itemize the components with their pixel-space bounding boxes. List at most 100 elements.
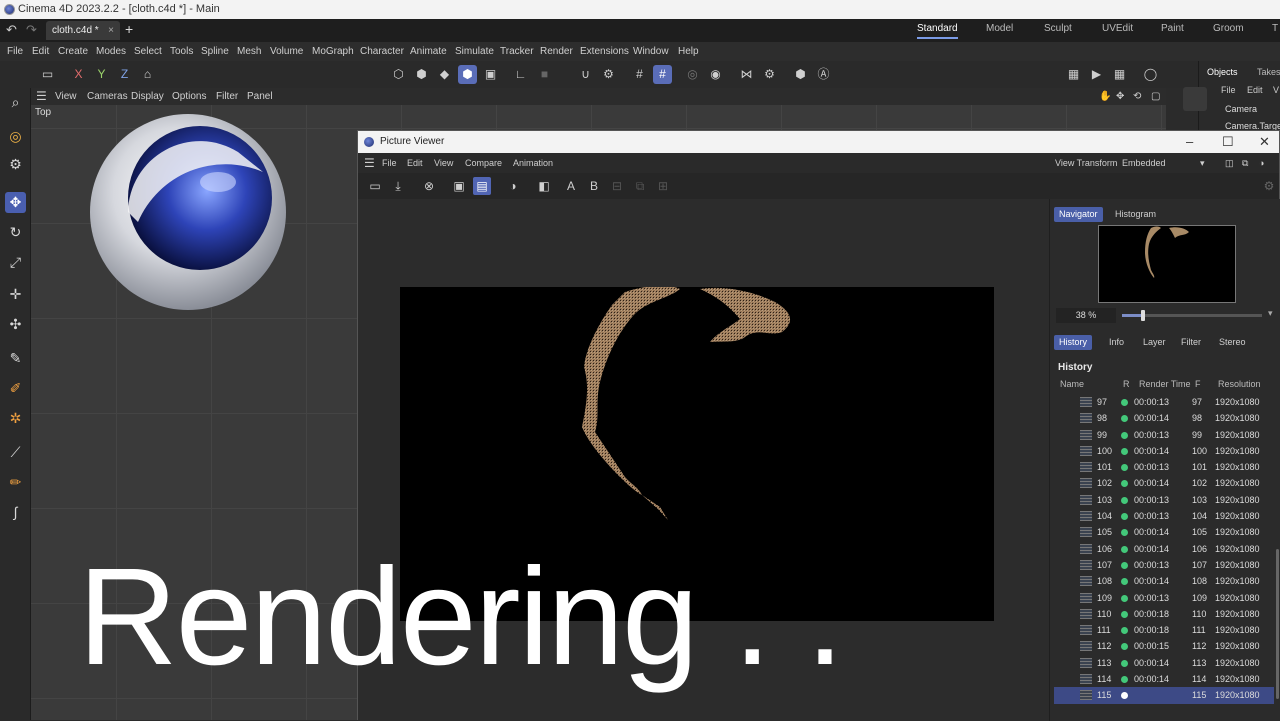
x-axis-lock[interactable]: X: [69, 65, 88, 84]
menu-modes[interactable]: Modes: [96, 42, 126, 61]
menu-spline[interactable]: Spline: [201, 42, 229, 61]
layout-tab-standard[interactable]: Standard: [917, 23, 958, 39]
objects-menu-edit[interactable]: Edit: [1247, 85, 1263, 95]
zoom-level-input[interactable]: 38 %: [1056, 308, 1116, 323]
layout-tab-groom[interactable]: Groom: [1213, 23, 1244, 34]
history-row[interactable]: 114 00:00:14 114 1920x1080: [1054, 671, 1274, 687]
history-row[interactable]: 115 115 1920x1080: [1054, 687, 1274, 704]
tweak-mode-icon[interactable]: ■: [535, 65, 554, 84]
history-row[interactable]: 99 00:00:13 99 1920x1080: [1054, 427, 1274, 443]
select-tool-icon[interactable]: ◎: [5, 126, 26, 147]
menu-window[interactable]: Window: [633, 42, 669, 61]
set-b-button[interactable]: B: [585, 177, 603, 195]
soft-selection-icon[interactable]: ◎: [683, 65, 702, 84]
col-resolution[interactable]: Resolution: [1218, 379, 1261, 389]
layout-tab-sculpt[interactable]: Sculpt: [1044, 23, 1072, 34]
history-row[interactable]: 105 00:00:14 105 1920x1080: [1054, 524, 1274, 540]
save-icon[interactable]: ⤓: [389, 177, 407, 195]
history-row[interactable]: 110 00:00:18 110 1920x1080: [1054, 606, 1274, 622]
paste-icon[interactable]: ⊞: [654, 177, 672, 195]
objects-menu-file[interactable]: File: [1221, 85, 1236, 95]
render-frame-icon[interactable]: ▤: [473, 177, 491, 195]
rotate-view-icon[interactable]: ⟲: [1133, 88, 1141, 105]
knife-tool-icon[interactable]: ⟋: [5, 442, 26, 463]
move-view-icon[interactable]: ✥: [1116, 88, 1124, 105]
tab-histogram[interactable]: Histogram: [1110, 207, 1161, 222]
scale-tool-icon[interactable]: ⤢: [5, 252, 26, 273]
axis-mode-icon[interactable]: ∟: [511, 65, 530, 84]
history-row[interactable]: 98 00:00:14 98 1920x1080: [1054, 410, 1274, 426]
menu-edit[interactable]: Edit: [32, 42, 49, 61]
close-tab-icon[interactable]: ×: [108, 21, 114, 40]
symmetry-icon[interactable]: ◉: [706, 65, 725, 84]
viewport-menu-display[interactable]: Display: [131, 88, 164, 105]
history-row[interactable]: 102 00:00:14 102 1920x1080: [1054, 475, 1274, 491]
menu-volume[interactable]: Volume: [270, 42, 303, 61]
move-tool-icon[interactable]: ✥: [5, 192, 26, 213]
menu-tools[interactable]: Tools: [170, 42, 193, 61]
layout-tab-paint[interactable]: Paint: [1161, 23, 1184, 34]
mirror-icon[interactable]: ⋈: [737, 65, 756, 84]
pv-menu-compare[interactable]: Compare: [465, 153, 502, 173]
render-region-icon[interactable]: ▣: [450, 177, 468, 195]
menu-simulate[interactable]: Simulate: [455, 42, 494, 61]
tab-filter[interactable]: Filter: [1176, 335, 1206, 350]
undo-icon[interactable]: ↶: [6, 22, 17, 38]
history-row[interactable]: 103 00:00:13 103 1920x1080: [1054, 492, 1274, 508]
compare-icon[interactable]: ◑: [1259, 153, 1264, 173]
close-icon[interactable]: ✕: [1259, 131, 1270, 153]
rotate-tool-icon[interactable]: ↻: [5, 222, 26, 243]
auto-icon[interactable]: Ⓐ: [814, 65, 833, 84]
menu-help[interactable]: Help: [678, 42, 699, 61]
menu-tracker[interactable]: Tracker: [500, 42, 534, 61]
pv-settings-icon[interactable]: ⚙: [1260, 177, 1278, 195]
swap-icon[interactable]: ⊟: [608, 177, 626, 195]
history-row[interactable]: 106 00:00:14 106 1920x1080: [1054, 541, 1274, 557]
clapboard-render-view-icon[interactable]: ▦: [1064, 65, 1083, 84]
stop-render-icon[interactable]: ⊗: [420, 177, 438, 195]
z-axis-lock[interactable]: Z: [115, 65, 134, 84]
brush-tool-icon[interactable]: ✲: [5, 408, 26, 429]
coordinate-system-icon[interactable]: ▭: [38, 65, 57, 84]
spline-draw-icon[interactable]: ∫: [5, 502, 26, 523]
model-mode-icon[interactable]: ⬢: [458, 65, 477, 84]
sphere-icon[interactable]: ◯: [1141, 65, 1160, 84]
viewport-menu-options[interactable]: Options: [172, 88, 206, 105]
menu-character[interactable]: Character: [360, 42, 404, 61]
open-folder-icon[interactable]: ▭: [366, 177, 384, 195]
pv-menu-view[interactable]: View: [434, 153, 453, 173]
camera-view-icon[interactable]: [1183, 87, 1207, 111]
selection-filter-icon[interactable]: ⚙: [5, 154, 26, 175]
mirror-settings-icon[interactable]: ⚙: [760, 65, 779, 84]
edges-mode-icon[interactable]: ⬢: [412, 65, 431, 84]
history-row[interactable]: 109 00:00:13 109 1920x1080: [1054, 590, 1274, 606]
y-axis-lock[interactable]: Y: [92, 65, 111, 84]
pv-menu-animation[interactable]: Animation: [513, 153, 553, 173]
pv-menu-icon[interactable]: ☰: [364, 153, 375, 173]
viewport-menu-view[interactable]: View: [55, 88, 77, 105]
viewport-menu-icon[interactable]: ☰: [36, 88, 47, 105]
col-f[interactable]: F: [1195, 379, 1201, 389]
layout-tab-model[interactable]: Model: [986, 23, 1013, 34]
minimize-icon[interactable]: –: [1186, 131, 1193, 153]
redo-icon[interactable]: ↷: [26, 22, 37, 38]
menu-extensions[interactable]: Extensions: [580, 42, 629, 61]
pv-menu-file[interactable]: File: [382, 153, 397, 173]
viewport-menu-cameras[interactable]: Cameras: [87, 88, 128, 105]
maximize-icon[interactable]: ☐: [1222, 131, 1234, 153]
zoom-slider[interactable]: [1122, 310, 1262, 321]
zoom-slider-knob[interactable]: [1141, 310, 1145, 321]
split-view-icon[interactable]: ◫: [1225, 153, 1234, 173]
grid-snap-icon[interactable]: #: [630, 65, 649, 84]
zoom-options-icon[interactable]: ▾: [1268, 308, 1273, 319]
render-region-icon[interactable]: ⬢: [791, 65, 810, 84]
magnet-icon[interactable]: ∪: [576, 65, 595, 84]
paint-tool-icon[interactable]: ✏: [5, 472, 26, 493]
tab-stereo[interactable]: Stereo: [1214, 335, 1251, 350]
uv-mode-icon[interactable]: ▣: [481, 65, 500, 84]
pan-icon[interactable]: ✋: [1099, 88, 1111, 105]
document-tab[interactable]: cloth.c4d * ×: [46, 21, 120, 40]
col-name[interactable]: Name: [1060, 379, 1084, 389]
points-mode-icon[interactable]: ⬡: [389, 65, 408, 84]
clapboard-settings-icon[interactable]: ▦: [1110, 65, 1129, 84]
